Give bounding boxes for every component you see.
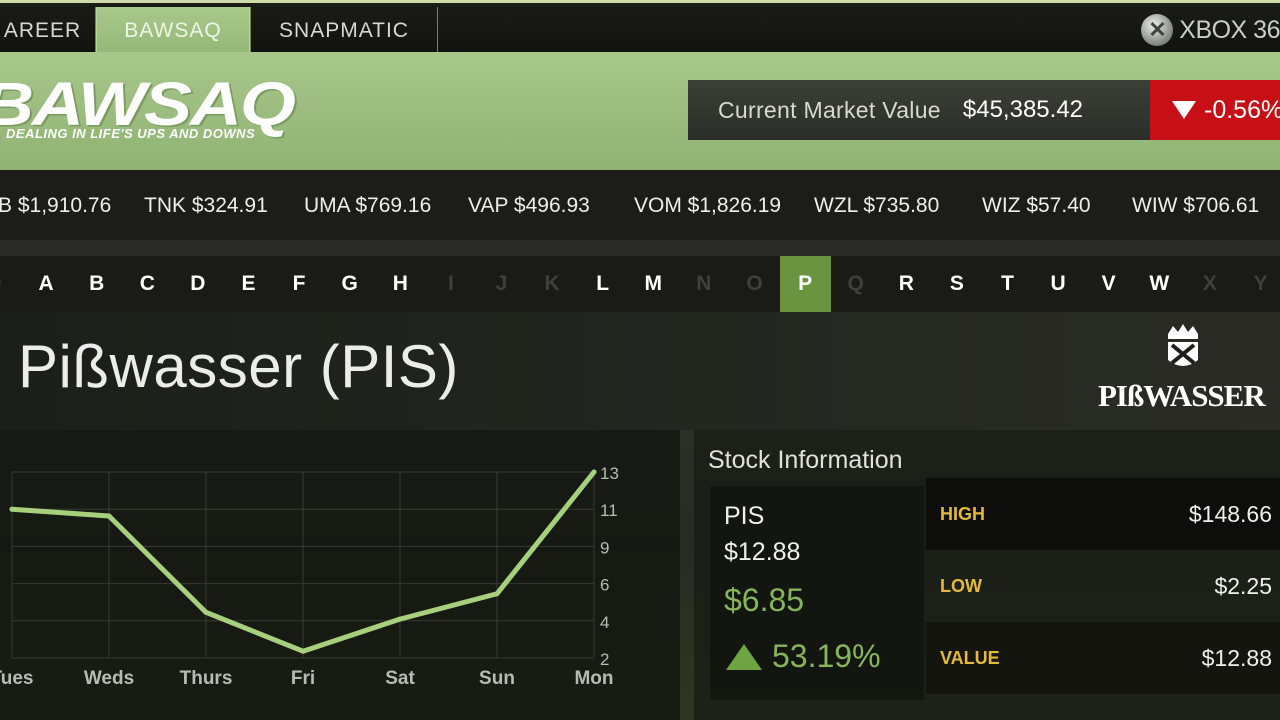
xbox-360-logo: ✕ XBOX 36 bbox=[1141, 11, 1280, 49]
stat-value: $12.88 bbox=[1201, 644, 1272, 671]
chart-data-point bbox=[494, 591, 500, 597]
ticker-item[interactable]: UMA $769.16 bbox=[304, 194, 431, 218]
letter-filter-9: 9 bbox=[0, 256, 21, 312]
arrow-up-icon bbox=[726, 643, 762, 670]
chart-x-tick-label: Fri bbox=[291, 668, 315, 689]
chart-y-tick-label: 13 bbox=[600, 464, 619, 483]
bawsaq-tagline: DEALING IN LIFE'S UPS AND DOWNS bbox=[6, 126, 256, 141]
letter-filter-w[interactable]: W bbox=[1134, 256, 1185, 312]
quote-change: $6.85 bbox=[724, 582, 805, 618]
chart-data-point bbox=[203, 609, 209, 615]
letter-filter-f[interactable]: F bbox=[274, 256, 325, 312]
chart-x-tick-label: Tues bbox=[0, 668, 33, 689]
letter-filter-d[interactable]: D bbox=[172, 256, 223, 312]
ticker-item[interactable]: WIW $706.61 bbox=[1132, 194, 1259, 218]
chart-x-tick-label: Mon bbox=[574, 668, 613, 689]
chart-data-point bbox=[9, 506, 15, 512]
letter-filter-g[interactable]: G bbox=[324, 256, 375, 312]
stat-value-row: VALUE $12.88 bbox=[926, 622, 1280, 694]
company-title-bar: Pißwasser (PIS) PIßWASSER bbox=[0, 312, 1280, 430]
letter-filter-s[interactable]: S bbox=[931, 256, 982, 312]
tab-bar: AREER BAWSAQ SNAPMATIC ✕ XBOX 36 bbox=[0, 0, 1280, 55]
ticker-item[interactable]: TNK $324.91 bbox=[144, 194, 268, 218]
letter-filter-y: Y bbox=[1253, 272, 1268, 295]
letter-filter-j: J bbox=[495, 272, 508, 295]
market-value-box: Current Market Value $45,385.42 bbox=[688, 80, 1150, 140]
letter-filter-e[interactable]: E bbox=[223, 256, 274, 312]
letter-filter-h[interactable]: H bbox=[375, 256, 426, 312]
letter-filter-v[interactable]: V bbox=[1083, 256, 1134, 312]
letter-filter-u[interactable]: U bbox=[1033, 256, 1084, 312]
chart-x-tick-label: Sun bbox=[479, 668, 515, 689]
quote-percent: 53.19% bbox=[726, 638, 881, 675]
tab-snapmatic[interactable]: SNAPMATIC bbox=[250, 7, 438, 55]
letter-filter-m[interactable]: M bbox=[628, 256, 679, 312]
stat-label: VALUE bbox=[940, 647, 1000, 668]
letter-filter-i: I bbox=[447, 272, 454, 295]
stat-label: LOW bbox=[940, 575, 982, 596]
stat-label: HIGH bbox=[940, 503, 985, 524]
chart-y-tick-label: 2 bbox=[600, 650, 609, 669]
stat-low-row: LOW $2.25 bbox=[926, 550, 1280, 622]
quote-percent-value: 53.19% bbox=[772, 638, 881, 674]
pisswasser-brand-logo: PIßWASSER bbox=[1098, 322, 1268, 418]
stat-high-row: HIGH $148.66 bbox=[926, 478, 1280, 550]
letter-filter-r[interactable]: R bbox=[881, 256, 932, 312]
stat-value: $148.66 bbox=[1188, 500, 1272, 527]
chart-data-point bbox=[106, 513, 112, 519]
stock-info-title: Stock Information bbox=[708, 446, 903, 474]
letter-filter-b[interactable]: B bbox=[71, 256, 122, 312]
letter-filter-a[interactable]: A bbox=[21, 256, 72, 312]
letter-filter-l[interactable]: L bbox=[577, 256, 628, 312]
chart-x-tick-label: Sat bbox=[385, 668, 415, 689]
letter-filter-k: K bbox=[544, 272, 560, 295]
chart-y-tick-label: 9 bbox=[600, 538, 609, 557]
ticker-item[interactable]: B $1,910.76 bbox=[0, 194, 111, 218]
price-line-chart: 13 11 9 6 4 2 Tues Weds Thurs Fri Sat Sun Mon bbox=[0, 464, 619, 689]
letter-filter-n: N bbox=[696, 272, 712, 295]
stock-info-panel: Stock Information PIS $12.88 $6.85 53.19… bbox=[694, 430, 1280, 720]
xbox-label: XBOX 36 bbox=[1179, 15, 1280, 44]
tab-career[interactable]: AREER bbox=[0, 7, 96, 55]
chart-x-tick-label: Thurs bbox=[180, 668, 233, 689]
tab-bawsaq[interactable]: BAWSAQ bbox=[96, 7, 250, 55]
letter-filter-o: O bbox=[746, 272, 763, 295]
xbox-orb-icon: ✕ bbox=[1141, 14, 1174, 46]
chart-y-tick-label: 6 bbox=[600, 576, 609, 595]
ticker-item[interactable]: WZL $735.80 bbox=[814, 194, 939, 218]
letter-filter-p[interactable]: P bbox=[779, 256, 831, 312]
chart-data-point bbox=[591, 469, 597, 475]
chart-data-point bbox=[397, 616, 403, 622]
market-value-label: Current Market Value bbox=[718, 96, 941, 123]
arrow-down-icon bbox=[1172, 101, 1196, 119]
market-change-value: -0.56% bbox=[1204, 95, 1280, 124]
ticker-divider bbox=[0, 240, 1280, 256]
ticker-item[interactable]: VOM $1,826.19 bbox=[634, 194, 781, 218]
market-value-amount: $45,385.42 bbox=[962, 96, 1084, 123]
quote-price: $12.88 bbox=[724, 538, 801, 566]
stock-ticker: B $1,910.76 TNK $324.91 UMA $769.16 VAP … bbox=[0, 170, 1280, 240]
letter-filter-t[interactable]: T bbox=[982, 256, 1033, 312]
chart-y-tick-label: 11 bbox=[600, 501, 618, 520]
stat-value: $2.25 bbox=[1214, 572, 1272, 599]
ticker-item[interactable]: WIZ $57.40 bbox=[982, 194, 1091, 218]
company-title: Pißwasser (PIS) bbox=[18, 333, 459, 400]
chart-data-point bbox=[300, 648, 306, 654]
ticker-item[interactable]: VAP $496.93 bbox=[468, 194, 590, 218]
quote-symbol: PIS bbox=[724, 502, 765, 530]
alphabet-filter: 9ABCDEFGHI J KLMN OPQRSTUVWX Y bbox=[0, 256, 1280, 312]
brand-name: PIßWASSER bbox=[1098, 378, 1266, 413]
quote-box: PIS $12.88 $6.85 53.19% bbox=[710, 486, 924, 700]
letter-filter-x: X bbox=[1202, 272, 1217, 295]
chart-x-tick-label: Weds bbox=[84, 668, 134, 689]
letter-filter-q: Q bbox=[847, 272, 864, 295]
chart-y-tick-label: 4 bbox=[600, 613, 609, 632]
market-change-badge: -0.56% bbox=[1150, 80, 1280, 140]
bawsaq-header: BAWSAQ DEALING IN LIFE'S UPS AND DOWNS C… bbox=[0, 52, 1280, 170]
crown-shield-icon bbox=[1168, 324, 1198, 366]
letter-filter-c[interactable]: C bbox=[122, 256, 173, 312]
